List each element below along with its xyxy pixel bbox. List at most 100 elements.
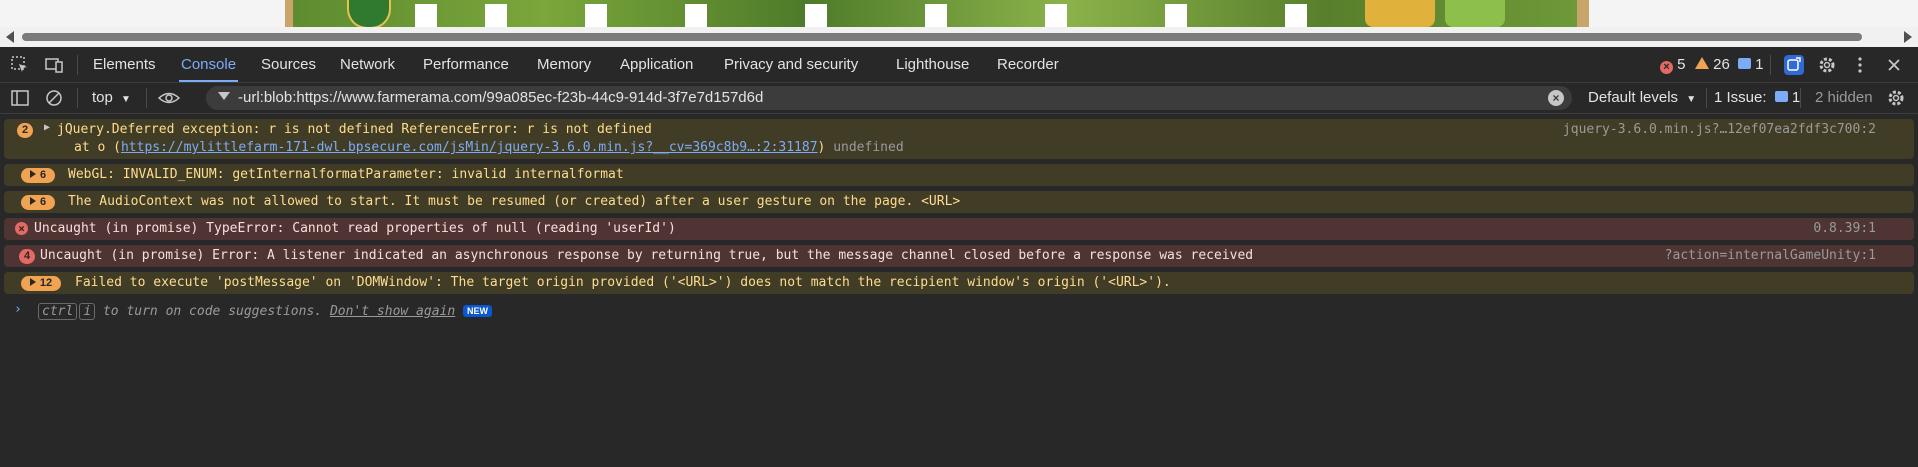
clear-filter-icon[interactable]: × xyxy=(1548,90,1564,106)
stack-trace-suffix: ) xyxy=(817,140,826,155)
tab-recorder[interactable]: Recorder xyxy=(997,47,1059,82)
prompt-chevron-icon: › xyxy=(14,302,22,317)
message-repeat-count: 12 xyxy=(21,276,61,291)
error-icon: × xyxy=(15,222,28,235)
stack-trace-link[interactable]: https://mylittlefarm-171-dwl.bpsecure.co… xyxy=(121,140,818,155)
expand-triangle-icon xyxy=(29,170,36,178)
return-value: undefined xyxy=(833,140,904,155)
issue-icon xyxy=(1774,91,1788,102)
console-prompt[interactable]: › ctrl i to turn on code suggestions. Don… xyxy=(0,300,1918,324)
issue-count-badge[interactable]: 1 xyxy=(1738,47,1764,82)
console-message-warning[interactable]: 6 WebGL: INVALID_ENUM: getInternalformat… xyxy=(4,164,1914,186)
message-source-link[interactable]: ?action=internalGameUnity:1 xyxy=(1665,248,1876,263)
error-count-badge[interactable]: × 5 xyxy=(1660,47,1686,82)
message-text: The AudioContext was not allowed to star… xyxy=(68,194,961,209)
filter-input[interactable]: -url:blob:https://www.farmerama.com/99a0… xyxy=(206,86,1572,110)
console-message-error[interactable]: 4 Uncaught (in promise) Error: A listene… xyxy=(4,245,1914,267)
tab-privacy-and-security[interactable]: Privacy and security xyxy=(724,47,858,82)
scroll-right-arrow-icon[interactable] xyxy=(1904,31,1912,43)
game-building-icon xyxy=(585,4,607,27)
scrollbar-thumb[interactable] xyxy=(22,33,1862,41)
issues-link[interactable]: 1 Issue: 1 xyxy=(1714,83,1800,113)
game-building-icon xyxy=(415,4,437,27)
console-message-warning[interactable]: 2 ▶ jQuery.Deferred exception: r is not … xyxy=(4,119,1914,159)
issues-count: 1 xyxy=(1791,89,1801,106)
sidebar-toggle-icon[interactable] xyxy=(10,88,30,108)
message-text: WebGL: INVALID_ENUM: getInternalformatPa… xyxy=(68,167,624,182)
console-settings-gear-icon[interactable] xyxy=(1886,88,1906,108)
code-suggestions-hint: ctrl i to turn on code suggestions. Don't… xyxy=(38,303,493,320)
device-toolbar-icon[interactable] xyxy=(44,55,64,75)
context-selector[interactable]: top ▼ xyxy=(92,83,131,113)
tab-performance[interactable]: Performance xyxy=(423,47,509,82)
error-count: 5 xyxy=(1677,56,1686,73)
kbd-ctrl: ctrl xyxy=(38,303,78,320)
console-filter-bar: top ▼ -url:blob:https://www.farmerama.co… xyxy=(0,83,1918,114)
tab-lighthouse[interactable]: Lighthouse xyxy=(896,47,969,82)
message-text: Uncaught (in promise) TypeError: Cannot … xyxy=(34,221,676,236)
game-building-icon xyxy=(1045,4,1067,27)
hint-text: to turn on code suggestions. xyxy=(102,304,323,319)
game-building-icon xyxy=(805,4,827,27)
context-selector-label: top xyxy=(92,89,113,106)
issue-count: 1 xyxy=(1755,56,1764,73)
game-badge-icon xyxy=(347,0,391,29)
message-repeat-count: 6 xyxy=(21,195,55,210)
tab-elements[interactable]: Elements xyxy=(93,47,156,82)
kbd-i: i xyxy=(79,303,96,320)
expand-triangle-icon xyxy=(29,278,36,286)
live-expression-eye-icon[interactable] xyxy=(157,88,181,108)
settings-gear-icon[interactable] xyxy=(1817,55,1837,75)
message-text: Failed to execute 'postMessage' on 'DOMW… xyxy=(75,275,1171,290)
close-devtools-icon[interactable] xyxy=(1884,55,1904,75)
game-frame-left xyxy=(285,0,293,27)
tab-sources[interactable]: Sources xyxy=(261,47,316,82)
game-building-icon xyxy=(685,4,707,27)
game-building-icon xyxy=(925,4,947,27)
chevron-down-icon: ▼ xyxy=(1686,94,1697,105)
message-source-link[interactable]: 0.8.39:1 xyxy=(1813,221,1876,236)
divider xyxy=(77,88,78,108)
game-frame-right xyxy=(1577,0,1589,27)
tab-network[interactable]: Network xyxy=(340,47,395,82)
ai-assistant-icon[interactable] xyxy=(1784,55,1804,75)
issue-icon xyxy=(1738,58,1751,69)
tab-memory[interactable]: Memory xyxy=(537,47,591,82)
divider xyxy=(1800,88,1801,108)
log-levels-dropdown[interactable]: Default levels ▼ xyxy=(1588,83,1696,113)
warning-icon xyxy=(1695,57,1709,69)
console-message-warning[interactable]: 6 The AudioContext was not allowed to st… xyxy=(4,191,1914,213)
horizontal-scrollbar[interactable] xyxy=(0,27,1918,47)
inspect-element-icon[interactable] xyxy=(10,55,30,75)
tab-application[interactable]: Application xyxy=(620,47,693,82)
warning-count: 26 xyxy=(1713,56,1730,73)
message-repeat-count: 4 xyxy=(19,249,35,264)
clear-console-icon[interactable] xyxy=(44,88,64,108)
game-building-icon xyxy=(1285,4,1307,27)
chevron-down-icon: ▼ xyxy=(121,94,131,105)
console-message-error[interactable]: × Uncaught (in promise) TypeError: Canno… xyxy=(4,218,1914,240)
filter-funnel-icon xyxy=(218,92,230,100)
hidden-messages-count: 2 hidden xyxy=(1815,89,1873,106)
divider xyxy=(1770,55,1771,75)
devtools-tab-bar: Elements Console Sources Network Perform… xyxy=(0,47,1918,83)
new-badge: NEW xyxy=(463,305,493,317)
issues-label: 1 Issue: xyxy=(1714,89,1767,106)
stack-trace-prefix: at o ( xyxy=(74,140,121,155)
game-tool-icon xyxy=(1365,0,1435,27)
scroll-left-arrow-icon[interactable] xyxy=(6,31,14,43)
divider xyxy=(77,55,78,75)
warning-count-badge[interactable]: 26 xyxy=(1695,47,1730,82)
expand-triangle-icon[interactable]: ▶ xyxy=(44,122,50,133)
message-text: jQuery.Deferred exception: r is not defi… xyxy=(57,122,652,137)
more-options-icon[interactable] xyxy=(1850,55,1870,75)
game-scene-image xyxy=(285,0,1585,29)
message-source-link[interactable]: jquery-3.6.0.min.js?…12ef07ea2fdf3c700:2 xyxy=(1563,122,1876,137)
dont-show-again-link[interactable]: Don't show again xyxy=(330,304,455,319)
game-building-icon xyxy=(485,4,507,27)
console-message-warning[interactable]: 12 Failed to execute 'postMessage' on 'D… xyxy=(4,272,1914,294)
message-repeat-count: 6 xyxy=(21,168,55,183)
stack-trace-line: at o (https://mylittlefarm-171-dwl.bpsec… xyxy=(74,140,904,155)
tab-console[interactable]: Console xyxy=(178,47,239,82)
log-levels-label: Default levels xyxy=(1588,89,1679,106)
